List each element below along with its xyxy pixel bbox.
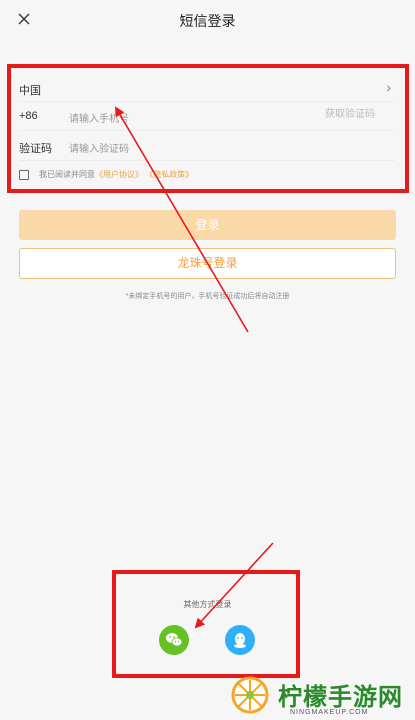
other-login-title: 其他方式登录 [183, 600, 232, 609]
get-code-button[interactable]: 获取验证码 [305, 104, 395, 126]
code-label: 验证码 [19, 143, 52, 155]
privacy-policy-link[interactable]: 《隐私政策》 [145, 170, 193, 179]
phone-input[interactable]: 请输入手机号 [69, 110, 129, 125]
region-label: 中国 [19, 85, 41, 97]
agreement-text: 我已阅读并同意 [39, 170, 95, 179]
user-agreement-link[interactable]: 《用户协议》 [95, 170, 143, 179]
divider [19, 160, 395, 161]
register-tip: *未绑定手机号的用户，手机号验证成功后将自动注册 [125, 293, 290, 300]
agreement: 我已阅读并同意《用户协议》 《隐私政策》 [19, 169, 193, 181]
code-input[interactable]: 请输入验证码 [69, 140, 129, 155]
qq-icon [234, 633, 246, 648]
country-code[interactable]: +86 [19, 110, 38, 122]
lemon-logo-icon [231, 676, 269, 714]
annotation-arrow-bottom [194, 542, 274, 629]
qq-login-button[interactable] [225, 625, 255, 655]
dragon-login-button[interactable]: 龙珠号登录 [19, 248, 396, 279]
page-title: 短信登录 [179, 13, 236, 29]
header: 短信登录 [0, 0, 415, 38]
chevron-right-icon: › [386, 79, 391, 95]
wechat-login-button[interactable] [159, 625, 189, 655]
region-selector[interactable]: 中国 › [19, 73, 395, 103]
code-row: 验证码 请输入验证码 [19, 131, 395, 161]
wechat-icon [166, 633, 183, 647]
annotation-box-bottom [112, 570, 300, 678]
watermark-url: NINGMAKEUP.COM [290, 709, 369, 716]
watermark: 柠檬手游网 NINGMAKEUP.COM [230, 675, 415, 720]
agree-checkbox[interactable] [19, 169, 29, 180]
login-button[interactable]: 登录 [19, 210, 396, 240]
watermark-name: 柠檬手游网 [278, 684, 403, 711]
